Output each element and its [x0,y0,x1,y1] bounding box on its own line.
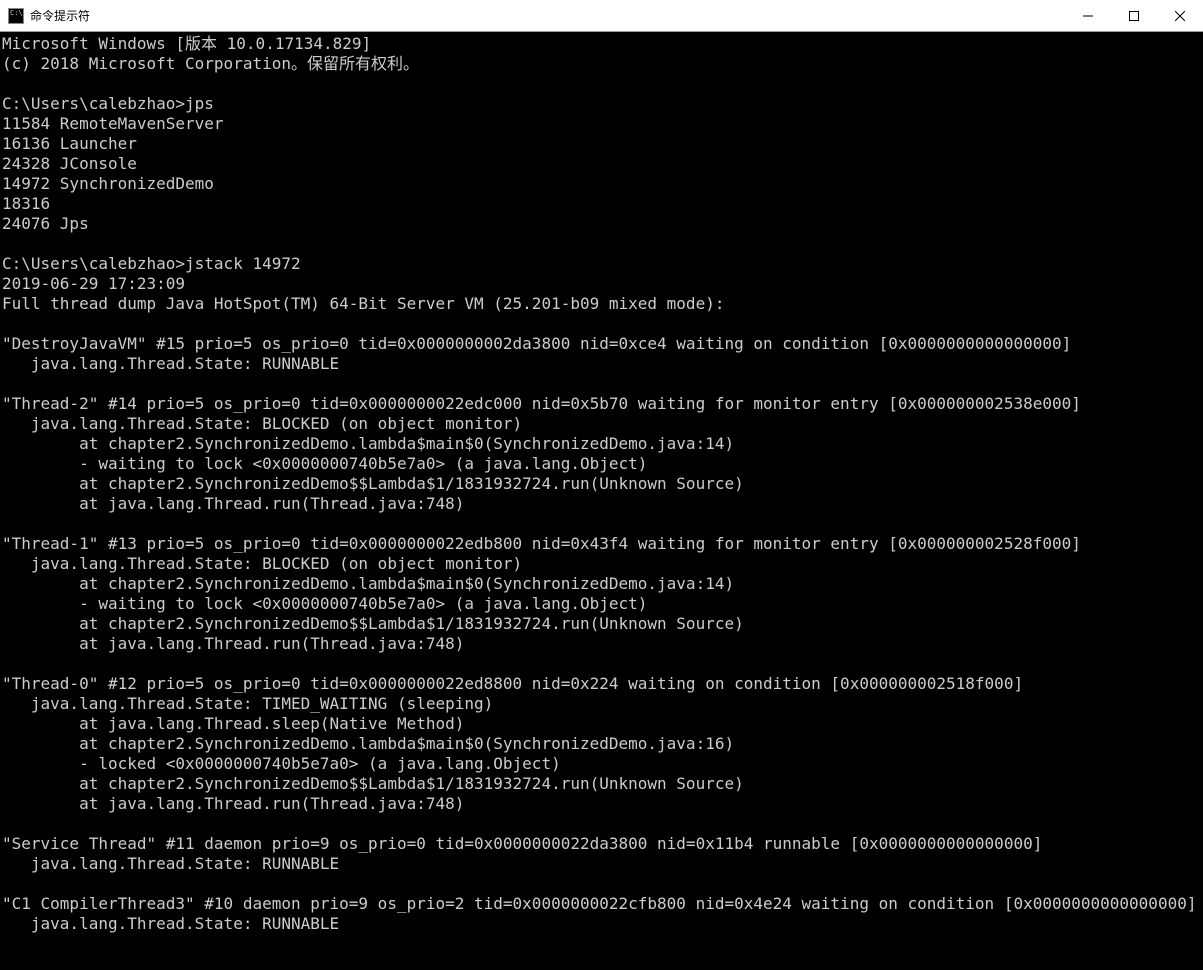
terminal-line: 14972 SynchronizedDemo [2,174,1203,194]
terminal-line: "DestroyJavaVM" #15 prio=5 os_prio=0 tid… [2,334,1203,354]
terminal-output[interactable]: Microsoft Windows [版本 10.0.17134.829](c)… [0,32,1203,970]
terminal-line: "Thread-1" #13 prio=5 os_prio=0 tid=0x00… [2,534,1203,554]
maximize-icon [1129,11,1139,21]
terminal-line [2,814,1203,834]
terminal-line: java.lang.Thread.State: BLOCKED (on obje… [2,554,1203,574]
terminal-line: java.lang.Thread.State: RUNNABLE [2,854,1203,874]
maximize-button[interactable] [1111,0,1157,31]
terminal-line: 24076 Jps [2,214,1203,234]
terminal-line: (c) 2018 Microsoft Corporation。保留所有权利。 [2,54,1203,74]
terminal-line: at chapter2.SynchronizedDemo.lambda$main… [2,574,1203,594]
terminal-line: - waiting to lock <0x0000000740b5e7a0> (… [2,594,1203,614]
terminal-line: at chapter2.SynchronizedDemo$$Lambda$1/1… [2,774,1203,794]
window-title: 命令提示符 [30,7,1065,24]
terminal-line: at java.lang.Thread.run(Thread.java:748) [2,794,1203,814]
terminal-line: at chapter2.SynchronizedDemo$$Lambda$1/1… [2,474,1203,494]
terminal-line [2,74,1203,94]
close-button[interactable] [1157,0,1203,31]
terminal-line [2,234,1203,254]
terminal-line [2,314,1203,334]
terminal-line [2,374,1203,394]
window-controls [1065,0,1203,31]
terminal-line: C:\Users\calebzhao>jstack 14972 [2,254,1203,274]
terminal-line [2,874,1203,894]
terminal-line: - waiting to lock <0x0000000740b5e7a0> (… [2,454,1203,474]
terminal-line: "Service Thread" #11 daemon prio=9 os_pr… [2,834,1203,854]
terminal-line: 2019-06-29 17:23:09 [2,274,1203,294]
minimize-button[interactable] [1065,0,1111,31]
close-icon [1175,11,1185,21]
terminal-line: at java.lang.Thread.sleep(Native Method) [2,714,1203,734]
terminal-line: at chapter2.SynchronizedDemo$$Lambda$1/1… [2,614,1203,634]
window-titlebar: 命令提示符 [0,0,1203,32]
terminal-line: at chapter2.SynchronizedDemo.lambda$main… [2,434,1203,454]
terminal-line: at chapter2.SynchronizedDemo.lambda$main… [2,734,1203,754]
terminal-line: at java.lang.Thread.run(Thread.java:748) [2,494,1203,514]
minimize-icon [1083,11,1093,21]
terminal-line: java.lang.Thread.State: TIMED_WAITING (s… [2,694,1203,714]
terminal-line: java.lang.Thread.State: RUNNABLE [2,354,1203,374]
terminal-line: "Thread-0" #12 prio=5 os_prio=0 tid=0x00… [2,674,1203,694]
terminal-line: C:\Users\calebzhao>jps [2,94,1203,114]
terminal-line: Full thread dump Java HotSpot(TM) 64-Bit… [2,294,1203,314]
terminal-line: at java.lang.Thread.run(Thread.java:748) [2,634,1203,654]
terminal-line: 18316 [2,194,1203,214]
terminal-line: Microsoft Windows [版本 10.0.17134.829] [2,34,1203,54]
terminal-line: 16136 Launcher [2,134,1203,154]
terminal-line: "Thread-2" #14 prio=5 os_prio=0 tid=0x00… [2,394,1203,414]
terminal-line [2,514,1203,534]
terminal-line: 11584 RemoteMavenServer [2,114,1203,134]
terminal-line [2,654,1203,674]
terminal-line: - locked <0x0000000740b5e7a0> (a java.la… [2,754,1203,774]
terminal-line: "C1 CompilerThread3" #10 daemon prio=9 o… [2,894,1203,914]
terminal-line: java.lang.Thread.State: RUNNABLE [2,914,1203,934]
cmd-icon [8,8,24,24]
terminal-line: java.lang.Thread.State: BLOCKED (on obje… [2,414,1203,434]
terminal-line: 24328 JConsole [2,154,1203,174]
